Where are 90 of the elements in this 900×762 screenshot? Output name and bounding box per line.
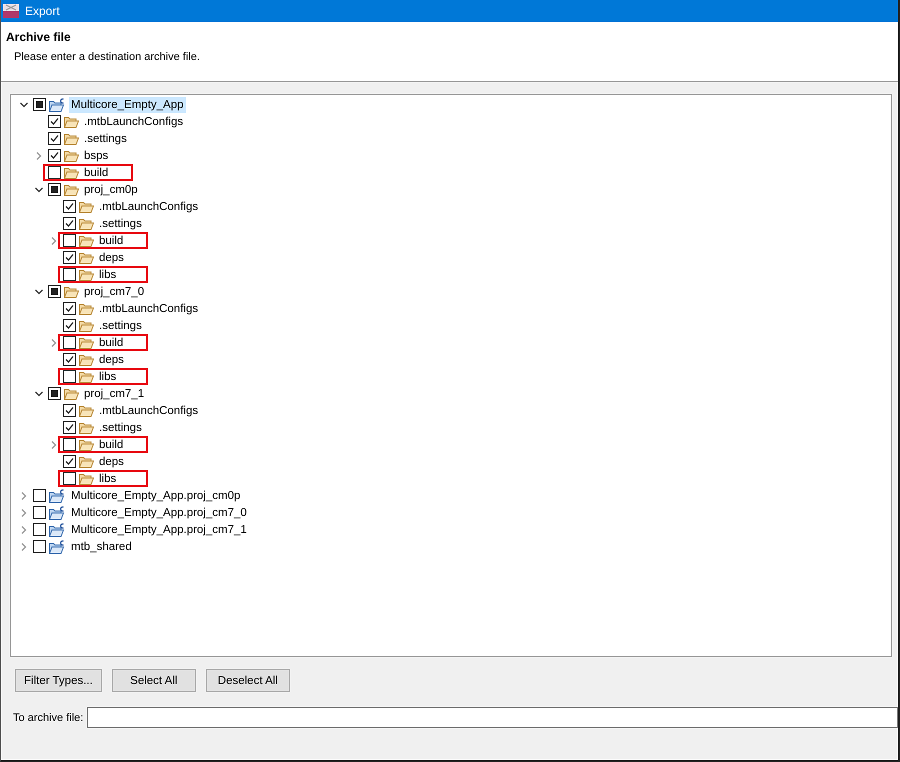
dialog-button[interactable]: Filter Types... [15,669,102,692]
folder-icon [79,218,94,230]
tree-item[interactable]: build [82,164,110,180]
dialog-button[interactable]: Deselect All [206,669,290,692]
folder-icon [79,336,94,348]
folder-icon [79,404,94,416]
checkbox[interactable] [33,98,46,111]
tree-item[interactable]: .settings [97,318,144,334]
folder-icon [64,116,79,128]
folder-icon [79,456,94,468]
tree-item[interactable]: build [97,334,126,350]
tree-item[interactable]: .mtbLaunchConfigs [97,198,200,214]
folder-icon [79,354,94,366]
tree-item[interactable]: Multicore_Empty_App.proj_cm0p [69,488,242,504]
folder-icon [64,132,79,144]
folder-icon [79,422,94,434]
checkbox[interactable] [63,421,76,434]
tree-item[interactable]: .mtbLaunchConfigs [97,300,200,316]
tree-item[interactable]: libs [97,266,118,282]
checkbox[interactable] [63,200,76,213]
tree-item[interactable]: proj_cm0p [82,182,140,198]
project-folder-icon [49,522,66,536]
folder-icon [79,234,94,246]
tree-item[interactable]: libs [97,470,118,486]
tree-item[interactable]: build [97,436,126,452]
dialog-button[interactable]: Select All [112,669,196,692]
checkbox[interactable] [48,132,61,145]
folder-icon [79,268,94,280]
checkbox[interactable] [48,149,61,162]
tree-item[interactable]: Multicore_Empty_App.proj_cm7_1 [69,522,249,538]
folder-icon [64,150,79,162]
checkbox[interactable] [63,319,76,332]
checkbox[interactable] [63,370,76,383]
tree-item[interactable]: .settings [82,130,129,146]
checkbox[interactable] [33,523,46,536]
checkbox[interactable] [48,115,61,128]
folder-icon [79,438,94,450]
page-title: Archive file [6,30,71,44]
folder-icon [79,302,94,314]
checkbox[interactable] [33,506,46,519]
field-label: To archive file: [13,712,84,724]
checkbox[interactable] [63,404,76,417]
checkbox[interactable] [63,353,76,366]
folder-icon [64,388,79,400]
checkbox[interactable] [63,336,76,349]
folder-icon [79,472,94,484]
project-folder-icon [49,506,66,520]
folder-icon [64,166,79,178]
checkbox[interactable] [63,251,76,264]
tree-item[interactable]: build [97,232,126,248]
folder-icon [79,320,94,332]
checkbox[interactable] [48,285,61,298]
tree-item[interactable]: .settings [97,216,144,232]
tree-item[interactable]: deps [97,250,126,266]
checkbox[interactable] [63,268,76,281]
page-message: Please enter a destination archive file. [14,51,200,63]
tree-item[interactable]: .mtbLaunchConfigs [97,402,200,418]
checkbox[interactable] [63,472,76,485]
folder-icon [79,370,94,382]
folder-icon [79,252,94,264]
tree-item[interactable]: mtb_shared [69,538,134,554]
tree-item[interactable]: .mtbLaunchConfigs [82,114,186,130]
project-folder-icon [49,98,66,112]
app-icon [3,4,19,18]
tree-item[interactable]: libs [97,368,118,384]
tree-item[interactable]: .settings [97,420,144,436]
project-folder-icon [49,540,66,554]
tree-item[interactable]: Multicore_Empty_App [69,96,186,112]
checkbox[interactable] [33,489,46,502]
checkbox[interactable] [63,302,76,315]
checkbox[interactable] [63,234,76,247]
tree-item[interactable]: deps [97,352,126,368]
checkbox[interactable] [48,166,61,179]
tree-item[interactable]: bsps [82,148,110,164]
project-folder-icon [49,488,66,502]
tree-item[interactable]: Multicore_Empty_App.proj_cm7_0 [69,504,249,520]
checkbox[interactable] [48,387,61,400]
tree-item[interactable]: proj_cm7_0 [82,284,146,300]
checkbox[interactable] [63,217,76,230]
checkbox[interactable] [33,540,46,553]
folder-icon [79,200,94,212]
tree-item[interactable]: deps [97,454,126,470]
checkbox[interactable] [63,438,76,451]
archive-file-field[interactable] [87,707,898,728]
checkbox[interactable] [48,183,61,196]
checkbox[interactable] [63,455,76,468]
window-title: Export [25,4,60,18]
folder-icon [64,184,79,196]
tree-item[interactable]: proj_cm7_1 [82,386,146,402]
folder-icon [64,286,79,298]
